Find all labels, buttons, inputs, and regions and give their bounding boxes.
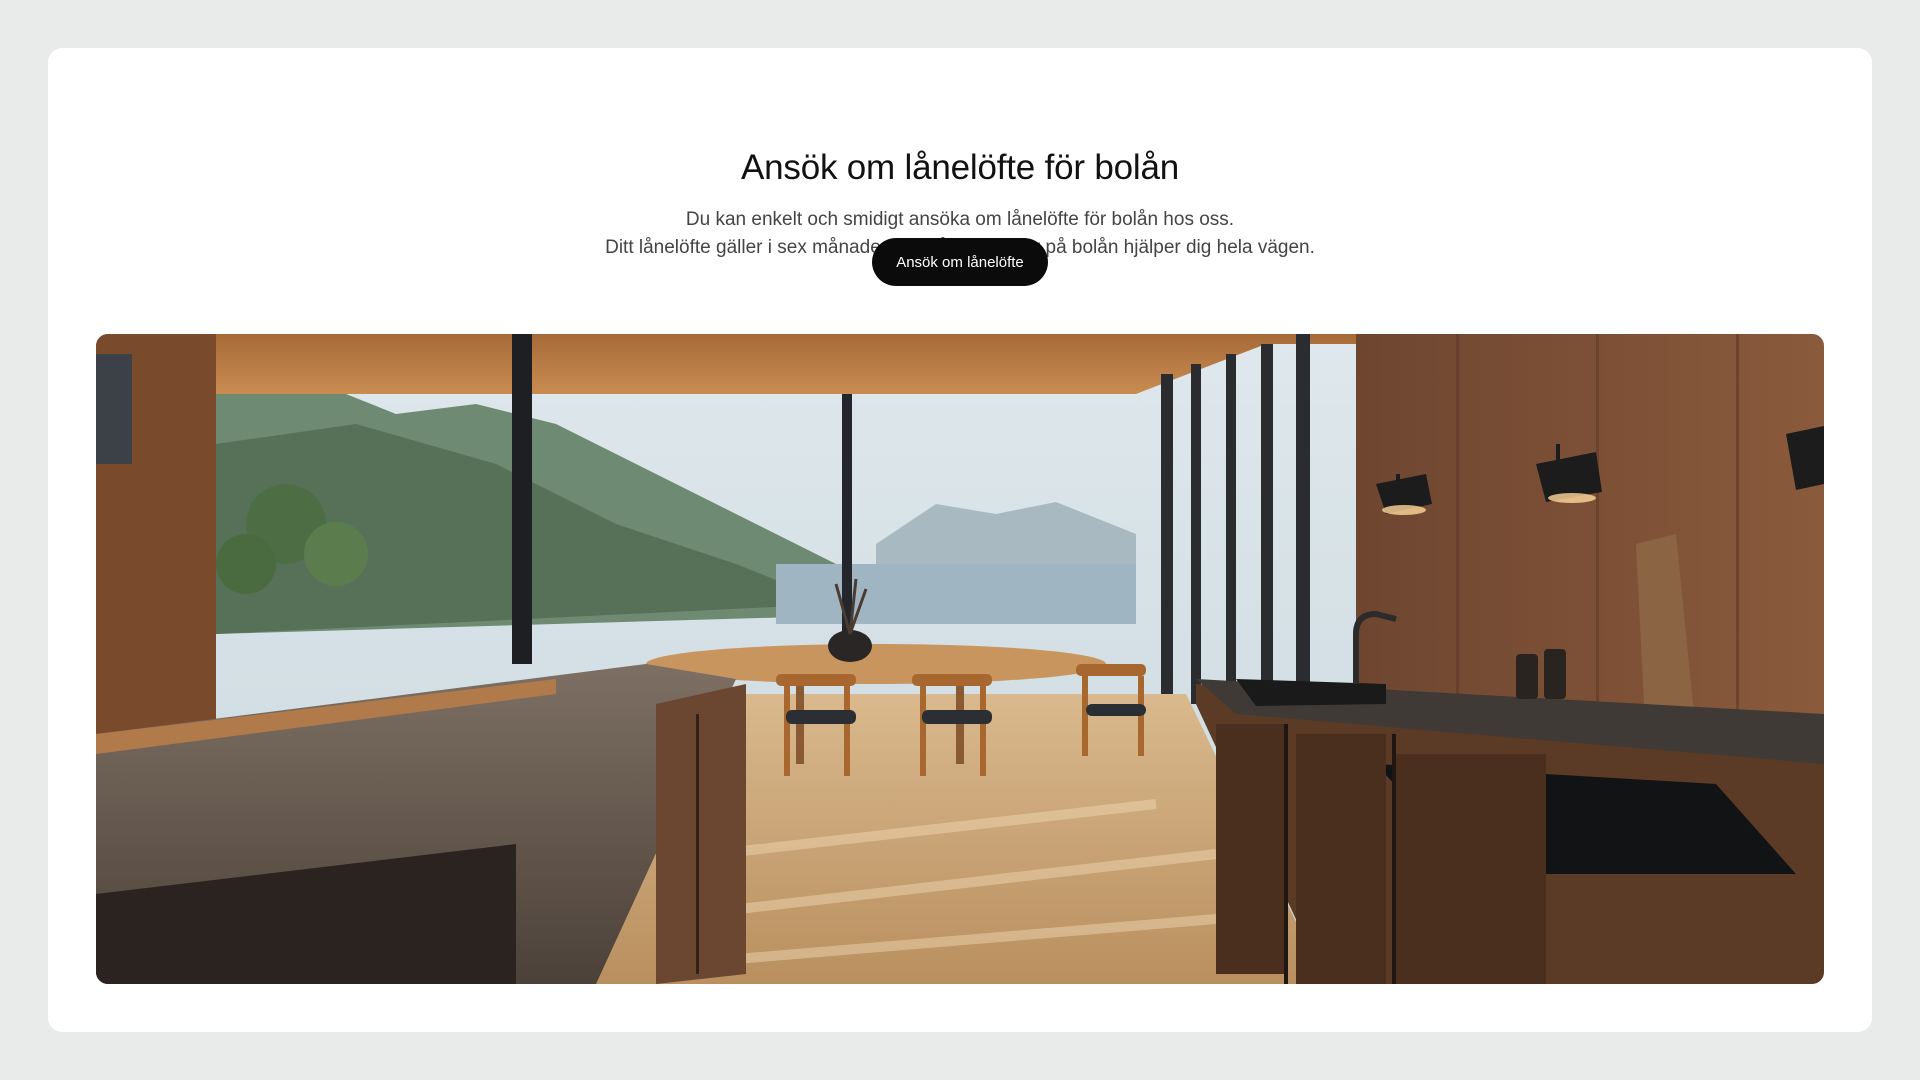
kitchen-hero-image: [96, 334, 1824, 984]
hero-card: Ansök om lånelöfte för bolån Du kan enke…: [48, 48, 1872, 1032]
description-line-1: Du kan enkelt och smidigt ansöka om låne…: [685, 209, 1235, 230]
page-title: Ansök om lånelöfte för bolån: [740, 148, 1179, 187]
apply-loan-promise-button[interactable]: Ansök om lånelöfte: [872, 238, 1048, 286]
